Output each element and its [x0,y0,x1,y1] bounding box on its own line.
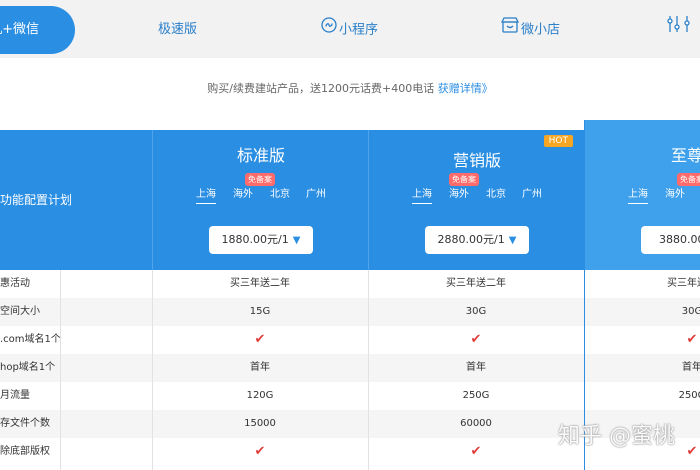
price-value: 2880.00元/1 [437,233,505,246]
cell: 60000 [460,418,492,429]
watermark: 知乎 @蜜桃 [558,424,675,449]
column-divider [368,270,369,470]
table-row: 月流量 120G 250G 250G [0,382,700,410]
check-icon: ✔ [254,332,266,347]
region-overseas[interactable]: 海外免备案 [233,173,275,200]
table-row: .com域名1个 ✔ ✔ ✔ [0,326,700,354]
region-tabs: 上海 海外免备案 [585,173,700,205]
table-row: 惠活动 买三年送二年 买三年送二年 买三年送二 [0,270,700,298]
plan-supreme: 至尊 上海 海外免备案 3880.00元 [584,120,700,270]
tab-phone-wechat[interactable]: 机+微信 [0,6,75,54]
table-row: hop域名1个 首年 首年 首年 [0,354,700,382]
cell: 买三年送二年 [230,278,290,289]
table-row: 空间大小 15G 30G 30G [0,298,700,326]
promo-details-link[interactable]: 获赠详情》 [438,82,493,95]
plan-name: 标准版 [236,146,285,165]
row-label: 除底部版权 [0,446,50,457]
row-label: .com域名1个 [0,334,61,345]
plan-marketing: HOT 营销版 上海 海外 免备案 北京 广州 2880.00元/1 ▼ [368,130,585,270]
cell: 买三年送二年 [446,278,506,289]
tab-label: 机+微信 [0,22,39,37]
price-select[interactable]: 2880.00元/1 ▼ [425,226,529,254]
price-value: 3880.00元 [659,233,700,246]
row-label: hop域名1个 [0,362,56,373]
plan-standard: 标准版 上海 海外 免备案 北京 广州 1880.00元/1 ▼ [152,130,369,270]
check-icon: ✔ [470,444,482,459]
region-shanghai[interactable]: 上海 [628,185,648,204]
cell: 15G [249,306,271,317]
tab-microshop[interactable]: 微小店 [500,6,561,54]
check-icon: ✔ [254,444,266,459]
region-overseas[interactable]: 海外免备案 [449,173,479,200]
promo-text: 购买/续费建站产品，送1200元话费+400电话 [207,82,438,95]
price-select[interactable]: 1880.00元/1 ▼ [209,226,313,254]
price-value: 1880.00元/1 [221,233,289,246]
hot-badge: HOT [543,135,573,147]
tab-more[interactable] [667,6,699,54]
tab-label: 极速版 [158,22,198,37]
no-filing-badge: 免备案 [449,173,479,186]
region-tabs: 上海 海外 免备案 北京 广州 [369,173,585,205]
check-icon: ✔ [686,332,698,347]
region-beijing[interactable]: 北京 [486,185,506,200]
row-label: 空间大小 [0,306,40,317]
check-icon: ✔ [470,332,482,347]
region-guangzhou[interactable]: 广州 [306,185,326,200]
region-tabs: 上海 海外 免备案 北京 广州 [153,173,369,205]
region-shanghai[interactable]: 上海 [196,185,216,204]
plan-header: 功能配置计划 标准版 上海 海外 免备案 北京 广州 1880.00元/1 ▼ HO… [0,120,700,270]
shop-icon [500,6,520,54]
cell: 30G [465,306,487,317]
column-divider [152,270,153,470]
column-divider [60,270,61,470]
cell: 250G [462,390,490,401]
plan-name: 营销版 [452,151,501,170]
cell: 首年 [466,362,486,373]
cell: 首年 [250,362,270,373]
plan-config-label: 功能配置计划 [0,193,73,207]
product-tab-bar: 机+微信 极速版 小程序 微小店 [0,0,700,58]
tab-express[interactable]: 极速版 [158,6,197,54]
region-guangzhou[interactable]: 广州 [522,185,542,200]
tab-label: 微小店 [521,22,561,38]
cell: 买三年送二 [667,278,700,289]
cell: 首年 [682,362,700,373]
tab-label: 小程序 [339,22,379,38]
row-label: 月流量 [0,390,30,401]
row-label: 惠活动 [0,278,30,289]
tab-miniprogram[interactable]: 小程序 [321,6,378,54]
cell: 30G [681,306,700,317]
region-shanghai[interactable]: 上海 [412,185,432,204]
cell: 15000 [244,418,276,429]
price-select[interactable]: 3880.00元 [641,226,700,254]
row-label: 存文件个数 [0,418,50,429]
no-filing-badge: 免备案 [677,173,700,186]
region-beijing[interactable]: 北京 [270,185,290,200]
miniprogram-icon [321,6,337,54]
sliders-icon [667,6,697,54]
cell: 250G [678,390,700,401]
cell: 120G [246,390,274,401]
chevron-down-icon: ▼ [508,235,517,246]
chevron-down-icon: ▼ [292,235,301,246]
region-overseas[interactable]: 海外免备案 [665,173,700,200]
promo-banner: 购买/续费建站产品，送1200元话费+400电话 获赠详情》 [0,80,700,96]
plan-name: 至尊 [671,146,700,165]
